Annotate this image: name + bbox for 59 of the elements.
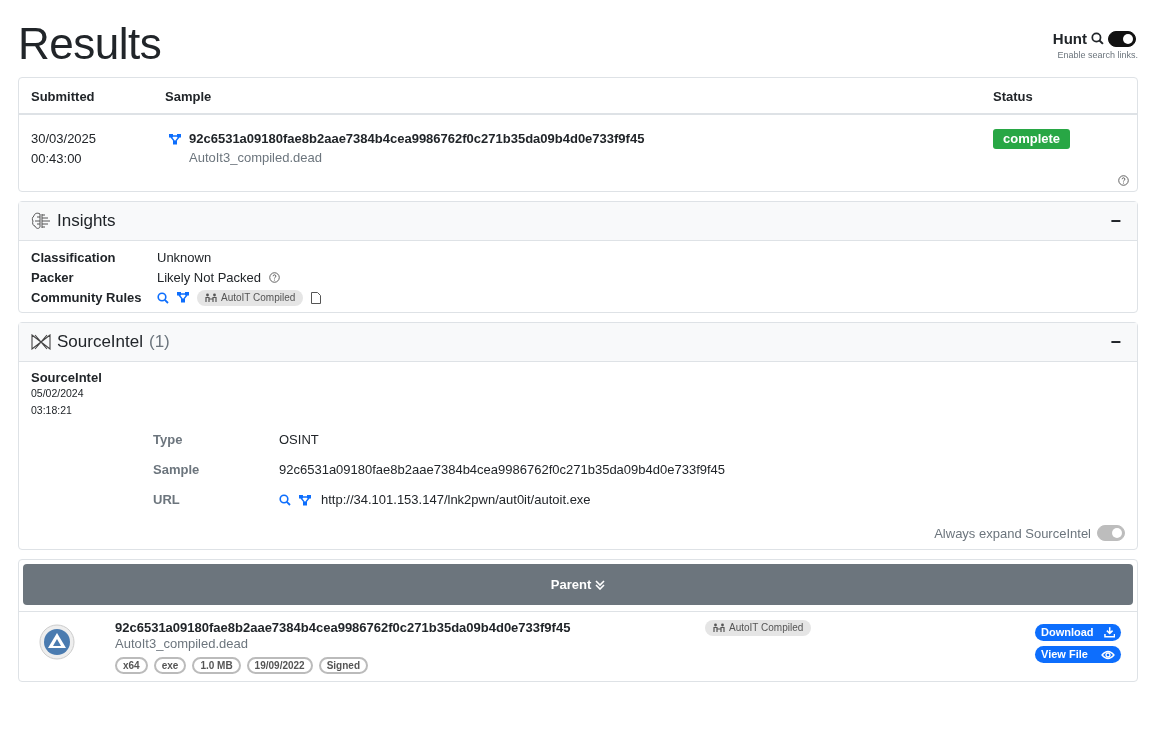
field-label: Packer (31, 269, 75, 286)
file-tag: 1.0 MB (192, 657, 241, 674)
submitted-date: 30/03/2025 (31, 130, 98, 148)
graph-icon[interactable] (299, 494, 311, 506)
field-label: URL (153, 491, 181, 509)
field-label: Classification (31, 249, 117, 266)
file-tag: Signed (318, 657, 368, 674)
collapse-button[interactable]: − (1106, 331, 1125, 353)
column-header: Submitted (31, 89, 96, 104)
search-icon[interactable] (1091, 32, 1104, 45)
parent-hash[interactable]: 92c6531a09180fae8b2aae7384b4cea9986762f0c271b35da09b4d0e733f9f45 (115, 620, 705, 635)
people-icon (205, 292, 217, 303)
field-value: Likely Not Packed (157, 269, 262, 286)
hunt-toggle[interactable] (1108, 30, 1136, 47)
eye-icon (1101, 649, 1115, 660)
app-logo-icon (39, 624, 75, 660)
file-tag: exe (153, 657, 187, 674)
section-count: (1) (149, 332, 170, 352)
parent-button[interactable]: Parent (23, 564, 1133, 605)
field-label: Sample (153, 461, 201, 479)
status-badge: complete (993, 129, 1071, 149)
hunt-hint: Enable search links. (1057, 50, 1138, 60)
rule-tag[interactable]: AutoIT Compiled (705, 620, 812, 636)
hunt-label: Hunt (1052, 30, 1087, 47)
file-tag: x64 (115, 657, 148, 674)
brain-icon (31, 212, 51, 230)
field-value: OSINT (279, 431, 320, 449)
field-label: Type (153, 431, 184, 449)
field-value: 92c6531a09180fae8b2aae7384b4cea9986762f0c271b35da09b4d0e733f9f45 (279, 461, 727, 479)
rule-tag[interactable]: AutoIT Compiled (197, 289, 304, 306)
source-date: 05/02/2024 (31, 386, 85, 401)
section-title: SourceIntel (57, 332, 143, 352)
chevrons-down-icon (595, 579, 606, 590)
submitted-time: 00:43:00 (31, 150, 83, 168)
bowtie-icon (31, 334, 51, 350)
graph-icon[interactable] (169, 133, 181, 145)
column-header: Status (993, 89, 1034, 104)
field-value: Unknown (157, 249, 213, 266)
people-icon (713, 623, 725, 633)
help-icon[interactable] (269, 272, 281, 283)
sample-hash[interactable]: 92c6531a09180fae8b2aae7384b4cea9986762f0c271b35da09b4d0e733f9f45 (189, 129, 645, 149)
download-icon (1103, 627, 1115, 638)
source-name: SourceIntel (31, 370, 103, 385)
parent-filename: AutoIt3_compiled.dead (115, 635, 249, 653)
url-link[interactable]: http://34.101.153.147/lnk2pwn/aut0it/autoit.exe (321, 491, 591, 509)
sample-filename: AutoIt3_compiled.dead (189, 149, 323, 167)
collapse-button[interactable]: − (1106, 210, 1125, 232)
column-header: Sample (165, 89, 213, 104)
toggle-label: Always expand SourceIntel (934, 525, 1091, 541)
section-title: Insights (57, 211, 116, 231)
page-title: Results (18, 18, 162, 70)
field-label: Community Rules (31, 289, 143, 306)
source-time: 03:18:21 (31, 403, 73, 418)
file-tag: 19/09/2022 (246, 657, 313, 674)
download-button[interactable]: Download (1035, 624, 1121, 641)
view-file-button[interactable]: View File (1035, 646, 1121, 663)
help-icon[interactable] (1118, 175, 1129, 186)
document-icon[interactable] (311, 291, 322, 304)
graph-icon[interactable] (177, 292, 189, 303)
